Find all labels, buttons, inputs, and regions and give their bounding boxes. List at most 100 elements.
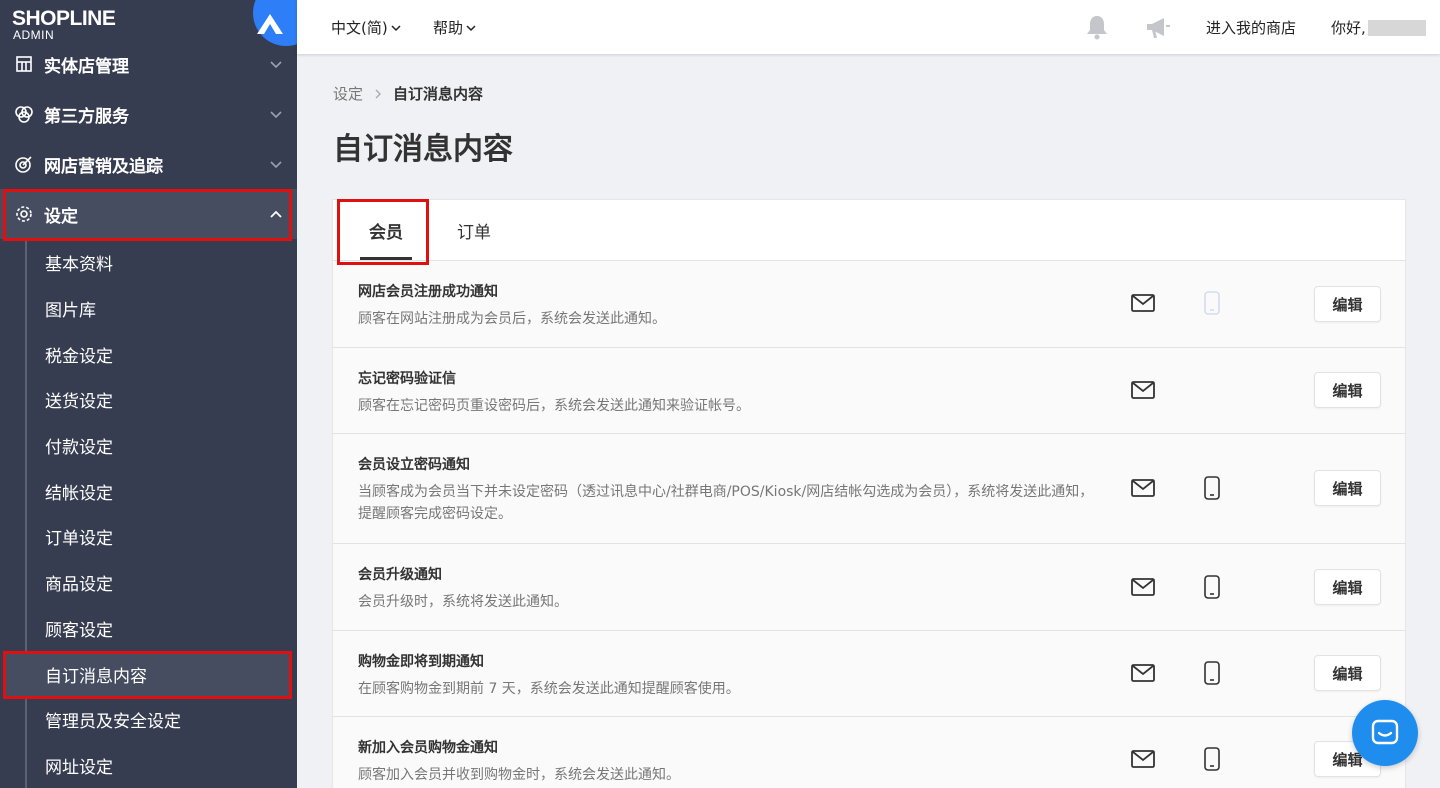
email-icon xyxy=(1131,750,1155,768)
active-tab-indicator xyxy=(360,257,412,260)
gear-icon xyxy=(14,204,34,224)
help-label: 帮助 xyxy=(433,19,464,37)
email-icon xyxy=(1131,479,1155,497)
sidebar-subitem-admin-security[interactable]: 管理员及安全设定 xyxy=(5,697,291,741)
tab-orders[interactable]: 订单 xyxy=(434,200,514,261)
edit-button[interactable]: 编辑 xyxy=(1314,655,1381,691)
tab-members[interactable]: 会员 xyxy=(338,200,434,261)
breadcrumb: 设定 自订消息内容 xyxy=(333,83,483,104)
tab-label: 会员 xyxy=(369,223,403,243)
user-menu[interactable]: 你好, xyxy=(1331,17,1426,38)
notification-row: 忘记密码验证信 顾客在忘记密码页重设密码后，系统会发送此通知来验证帐号。 编辑 xyxy=(333,348,1405,434)
notification-row: 会员设立密码通知 当顾客成为会员当下并未设定密码（透过讯息中心/社群电商/POS… xyxy=(333,434,1405,544)
sidebar-subitem-product[interactable]: 商品设定 xyxy=(5,560,291,604)
breadcrumb-current: 自订消息内容 xyxy=(393,85,484,103)
help-menu[interactable]: 帮助 xyxy=(433,17,476,38)
sidebar-subitem-domain[interactable]: 网址设定 xyxy=(5,743,291,787)
language-label: 中文(简) xyxy=(331,19,388,37)
bell-icon[interactable] xyxy=(1083,13,1111,41)
language-select[interactable]: 中文(简) xyxy=(331,17,401,38)
sidebar-item-settings[interactable]: 设定 xyxy=(0,189,297,239)
chevron-down-icon xyxy=(270,61,282,69)
sidebar-subitem-payment[interactable]: 付款设定 xyxy=(5,423,291,467)
tab-label: 订单 xyxy=(457,223,491,243)
email-icon xyxy=(1131,381,1155,399)
sidebar-item-third-party[interactable]: 第三方服务 xyxy=(0,89,297,139)
chevron-down-icon xyxy=(270,111,282,119)
sidebar-subitem-custom-messages[interactable]: 自订消息内容 xyxy=(5,652,291,696)
email-icon xyxy=(1131,664,1155,682)
notification-title: 新加入会员购物金通知 xyxy=(358,740,498,756)
sidebar-subitem-checkout[interactable]: 结帐设定 xyxy=(5,469,291,513)
subitem-label: 顾客设定 xyxy=(45,620,113,641)
sidebar-subitem-delivery[interactable]: 送货设定 xyxy=(5,377,291,421)
megaphone-icon[interactable] xyxy=(1144,13,1172,41)
notification-title: 会员升级通知 xyxy=(358,567,442,583)
sidebar-subitem-customer[interactable]: 顾客设定 xyxy=(5,606,291,650)
edit-button[interactable]: 编辑 xyxy=(1314,470,1381,506)
sidebar-item-marketing[interactable]: 网店营销及追踪 xyxy=(0,139,297,189)
notifications-card: 会员 订单 网店会员注册成功通知 顾客在网站注册成为会员后，系统会发送此通知。 … xyxy=(332,199,1406,788)
enter-store-link[interactable]: 进入我的商店 xyxy=(1206,17,1296,38)
sms-phone-icon xyxy=(1204,575,1220,599)
shopline-mark-icon xyxy=(257,14,283,34)
chat-launcher-button[interactable] xyxy=(1352,700,1418,766)
notification-row: 会员升级通知 会员升级时，系统将发送此通知。 编辑 xyxy=(333,544,1405,631)
notification-title: 会员设立密码通知 xyxy=(358,457,470,473)
subitem-label: 管理员及安全设定 xyxy=(45,711,181,732)
chevron-down-icon xyxy=(270,161,282,169)
edit-button[interactable]: 编辑 xyxy=(1314,286,1381,322)
greeting-label: 你好, xyxy=(1331,19,1366,37)
services-icon xyxy=(14,104,34,124)
notification-row: 购物金即将到期通知 在顾客购物金到期前 7 天，系统会发送此通知提醒顾客使用。 … xyxy=(333,631,1405,717)
chevron-down-icon xyxy=(391,24,401,31)
tab-bar: 会员 订单 xyxy=(333,200,1405,261)
subitem-label: 税金设定 xyxy=(45,346,113,367)
sidebar-item-label: 设定 xyxy=(44,206,78,227)
store-icon xyxy=(14,54,34,74)
email-icon xyxy=(1131,294,1155,312)
page-title: 自订消息内容 xyxy=(333,132,513,167)
chevron-right-icon xyxy=(375,89,382,98)
sidebar-item-label: 实体店管理 xyxy=(44,56,129,77)
notification-desc: 顾客在忘记密码页重设密码后，系统会发送此通知来验证帐号。 xyxy=(358,398,750,414)
subitem-label: 网址设定 xyxy=(45,757,113,778)
redacted-username xyxy=(1367,19,1426,36)
subitem-label: 商品设定 xyxy=(45,574,113,595)
sidebar-subitem-tax[interactable]: 税金设定 xyxy=(5,332,291,376)
edit-button[interactable]: 编辑 xyxy=(1314,569,1381,605)
notification-row: 新加入会员购物金通知 顾客加入会员并收到购物金时，系统会发送此通知。 编辑 xyxy=(333,717,1405,788)
chat-icon xyxy=(1371,719,1399,745)
notification-title: 忘记密码验证信 xyxy=(358,371,456,387)
subitem-label: 送货设定 xyxy=(45,391,113,412)
notification-desc: 会员升级时，系统将发送此通知。 xyxy=(358,594,568,610)
subitem-label: 结帐设定 xyxy=(45,483,113,504)
sidebar: SHOPLINE ADMIN 实体店管理 第三方服务 网店营销及追踪 设定 基本… xyxy=(0,0,297,788)
notification-desc: 顾客在网站注册成为会员后，系统会发送此通知。 xyxy=(358,311,666,327)
notification-desc: 当顾客成为会员当下并未设定密码（透过讯息中心/社群电商/POS/Kiosk/网店… xyxy=(358,484,1094,522)
sidebar-subitem-order[interactable]: 订单设定 xyxy=(5,514,291,558)
subitem-label: 基本资料 xyxy=(45,254,113,275)
logo-text: SHOPLINE xyxy=(12,7,116,30)
sidebar-subitem-image-library[interactable]: 图片库 xyxy=(5,286,291,330)
notification-title: 网店会员注册成功通知 xyxy=(358,284,498,300)
sidebar-item-label: 网店营销及追踪 xyxy=(44,156,163,177)
notification-row: 网店会员注册成功通知 顾客在网站注册成为会员后，系统会发送此通知。 编辑 xyxy=(333,261,1405,348)
notification-desc: 在顾客购物金到期前 7 天，系统会发送此通知提醒顾客使用。 xyxy=(358,681,740,697)
subitem-label: 图片库 xyxy=(45,300,96,321)
subitem-label: 自订消息内容 xyxy=(45,666,147,687)
sms-phone-icon xyxy=(1204,747,1220,771)
chevron-up-icon xyxy=(270,210,282,218)
notification-title: 购物金即将到期通知 xyxy=(358,654,484,670)
enter-store-label: 进入我的商店 xyxy=(1206,19,1297,37)
edit-button[interactable]: 编辑 xyxy=(1314,372,1381,408)
sidebar-item-store[interactable]: 实体店管理 xyxy=(0,39,297,89)
top-bar: 中文(简) 帮助 进入我的商店 你好, xyxy=(297,0,1440,54)
sms-phone-icon xyxy=(1204,661,1220,685)
email-icon xyxy=(1131,578,1155,596)
sms-phone-icon xyxy=(1204,476,1220,500)
notification-desc: 顾客加入会员并收到购物金时，系统会发送此通知。 xyxy=(358,767,680,783)
subitem-label: 付款设定 xyxy=(45,437,113,458)
sidebar-subitem-basic-info[interactable]: 基本资料 xyxy=(5,240,291,284)
breadcrumb-parent[interactable]: 设定 xyxy=(333,83,363,104)
